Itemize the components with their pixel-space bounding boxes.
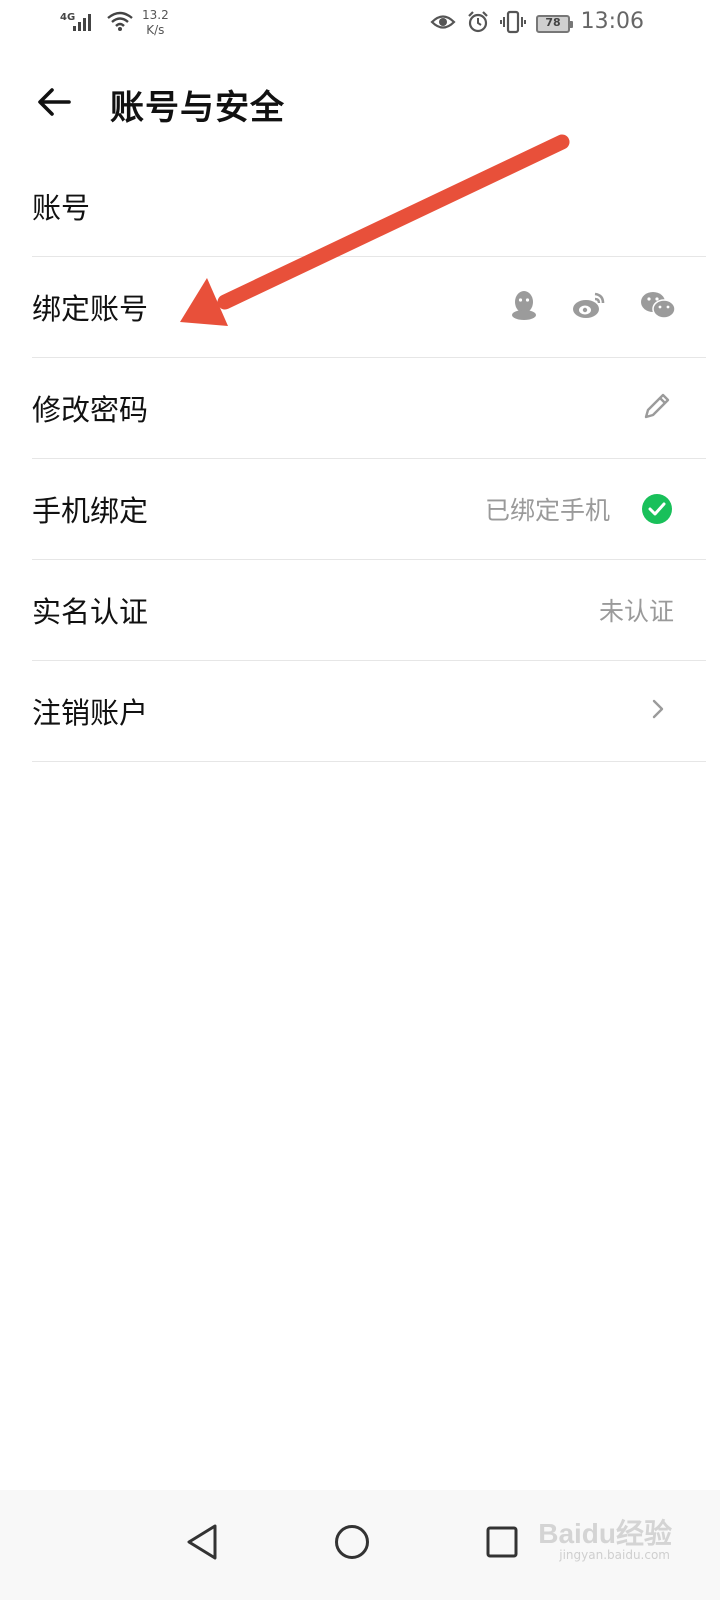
circle-home-icon bbox=[333, 1523, 371, 1565]
row-cancel-account[interactable]: 注销账户 bbox=[32, 661, 706, 762]
battery-icon: 78 bbox=[536, 15, 573, 33]
row-change-password-label: 修改密码 bbox=[32, 393, 149, 427]
status-bar: 4G 13.2 K/s 78 13:06 bbox=[0, 0, 720, 48]
settings-list: 账号 绑定账号 修改密码 手机绑定 已绑定手机 实名认证 未认证 注销账户 bbox=[0, 156, 720, 762]
real-name-status: 未认证 bbox=[598, 597, 674, 626]
speed-value: 13.2 bbox=[142, 8, 169, 22]
phone-binding-status: 已绑定手机 bbox=[484, 496, 610, 525]
navigation-bar: Baidu经验 jingyan.baidu.com bbox=[0, 1490, 720, 1600]
row-phone-binding-label: 手机绑定 bbox=[32, 494, 149, 528]
watermark-url: jingyan.baidu.com bbox=[559, 1548, 670, 1562]
back-button[interactable] bbox=[30, 82, 78, 126]
watermark-logo: Baidu经验 bbox=[538, 1518, 672, 1549]
qq-icon[interactable] bbox=[510, 289, 538, 325]
nav-recents-button[interactable] bbox=[472, 1514, 532, 1574]
wifi-icon bbox=[106, 10, 134, 36]
speed-unit: K/s bbox=[146, 23, 165, 37]
battery-level: 78 bbox=[545, 16, 561, 29]
row-phone-binding[interactable]: 手机绑定 已绑定手机 bbox=[32, 459, 706, 560]
row-account[interactable]: 账号 bbox=[32, 156, 706, 257]
back-arrow-icon bbox=[37, 87, 71, 121]
app-header: 账号与安全 bbox=[0, 60, 720, 148]
wechat-icon[interactable] bbox=[640, 290, 676, 324]
row-account-label: 账号 bbox=[32, 191, 91, 225]
row-bind-accounts[interactable]: 绑定账号 bbox=[32, 257, 706, 358]
alarm-icon bbox=[466, 10, 490, 38]
row-bind-accounts-label: 绑定账号 bbox=[32, 292, 149, 326]
nav-home-button[interactable] bbox=[322, 1514, 382, 1574]
row-change-password[interactable]: 修改密码 bbox=[32, 358, 706, 459]
weibo-icon[interactable] bbox=[572, 290, 606, 324]
vibrate-icon bbox=[500, 10, 526, 38]
pencil-icon bbox=[642, 391, 672, 425]
page-title: 账号与安全 bbox=[110, 88, 285, 128]
nav-back-button[interactable] bbox=[172, 1514, 232, 1574]
row-cancel-account-label: 注销账户 bbox=[32, 696, 149, 730]
row-real-name-label: 实名认证 bbox=[32, 595, 149, 629]
status-time: 13:06 bbox=[580, 9, 644, 34]
check-circle-icon bbox=[642, 494, 672, 524]
square-recents-icon bbox=[485, 1525, 519, 1563]
cellular-signal-icon: 4G bbox=[60, 8, 100, 34]
row-real-name[interactable]: 实名认证 未认证 bbox=[32, 560, 706, 661]
network-speed: 13.2 K/s bbox=[142, 8, 169, 38]
eye-icon bbox=[430, 12, 456, 36]
triangle-back-icon bbox=[185, 1523, 219, 1565]
chevron-right-icon bbox=[652, 699, 664, 723]
